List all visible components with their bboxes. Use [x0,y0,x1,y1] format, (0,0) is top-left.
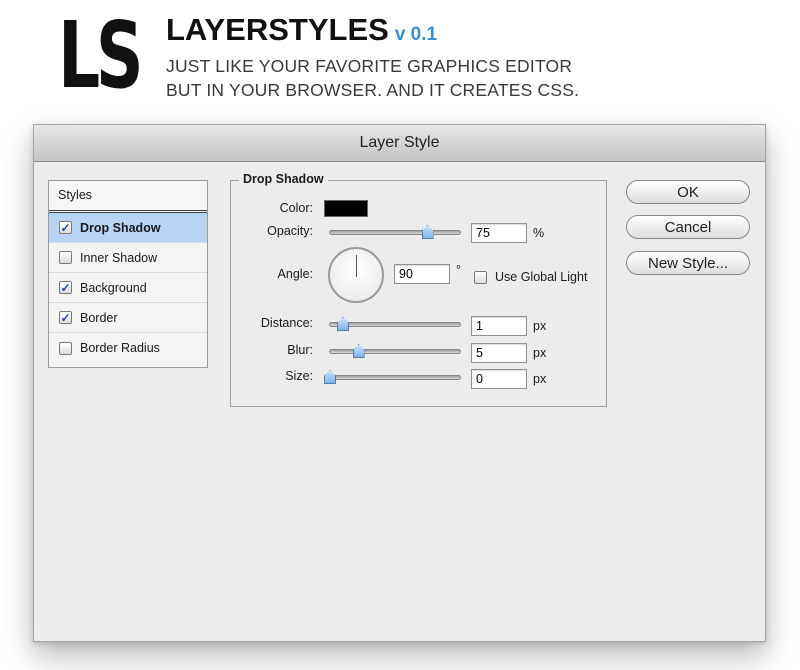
size-input[interactable] [471,369,527,389]
style-item-background[interactable]: ✓ Background [49,273,207,303]
drop-shadow-group: Drop Shadow Color: Opacity: % Angle: ° U… [230,172,607,407]
opacity-unit: % [533,226,545,240]
style-item-border[interactable]: ✓ Border [49,303,207,333]
style-item-drop-shadow[interactable]: ✓ Drop Shadow [49,213,207,243]
distance-input[interactable] [471,316,527,336]
distance-unit: px [533,319,547,333]
app-title: LAYERSTYLES v 0.1 [166,12,437,48]
style-item-border-radius[interactable]: Border Radius [49,333,207,363]
style-item-label: Border [80,310,118,325]
tagline: JUST LIKE YOUR FAVORITE GRAPHICS EDITOR … [166,54,686,102]
opacity-input[interactable] [471,223,527,243]
angle-unit: ° [456,263,461,277]
size-unit: px [533,372,547,386]
border-checkbox[interactable]: ✓ [59,311,72,324]
distance-slider[interactable] [329,317,461,331]
styles-list-header: Styles [49,181,207,213]
size-slider-thumb[interactable] [324,370,336,384]
style-item-inner-shadow[interactable]: Inner Shadow [49,243,207,273]
style-item-label: Drop Shadow [80,220,161,235]
opacity-label: Opacity: [267,224,313,238]
styles-list: Styles ✓ Drop Shadow Inner Shadow ✓ Back… [48,180,208,368]
ok-button[interactable]: OK [626,180,750,204]
layer-style-dialog: Layer Style Styles ✓ Drop Shadow Inner S… [33,124,766,642]
background-checkbox[interactable]: ✓ [59,281,72,294]
style-item-label: Border Radius [80,341,160,355]
inner-shadow-checkbox[interactable] [59,251,72,264]
use-global-light-checkbox[interactable] [474,270,487,284]
use-global-light[interactable]: Use Global Light [474,270,587,284]
use-global-light-label: Use Global Light [495,270,588,284]
style-item-label: Background [80,280,147,295]
blur-input[interactable] [471,343,527,363]
cancel-button[interactable]: Cancel [626,215,750,239]
version-label: v 0.1 [394,24,438,45]
style-item-label: Inner Shadow [80,250,158,265]
opacity-slider-thumb[interactable] [421,225,434,239]
angle-dial[interactable] [328,247,384,303]
layerstyles-logo: LS [58,2,144,109]
size-label: Size: [285,369,313,383]
angle-input[interactable] [394,264,450,284]
blur-slider[interactable] [329,344,461,358]
blur-label: Blur: [287,343,313,357]
dialog-title: Layer Style [34,125,765,162]
tagline-line-1: JUST LIKE YOUR FAVORITE GRAPHICS EDITOR [166,56,573,76]
new-style-button[interactable]: New Style... [626,251,750,275]
angle-label: Angle: [277,267,313,281]
border-radius-checkbox[interactable] [59,341,72,355]
blur-slider-thumb[interactable] [352,344,365,358]
drop-shadow-checkbox[interactable]: ✓ [59,221,72,234]
blur-unit: px [533,346,547,360]
size-slider[interactable] [324,370,461,384]
distance-label: Distance: [260,316,313,330]
shadow-color-swatch[interactable] [324,200,368,217]
opacity-slider[interactable] [329,225,461,239]
tagline-line-2: BUT IN YOUR BROWSER. AND IT CREATES CSS. [166,80,580,100]
app-title-text: LAYERSTYLES [166,12,389,47]
color-label: Color: [279,201,313,215]
distance-slider-thumb[interactable] [337,317,349,331]
angle-needle [355,255,357,277]
drop-shadow-legend: Drop Shadow [239,172,328,186]
